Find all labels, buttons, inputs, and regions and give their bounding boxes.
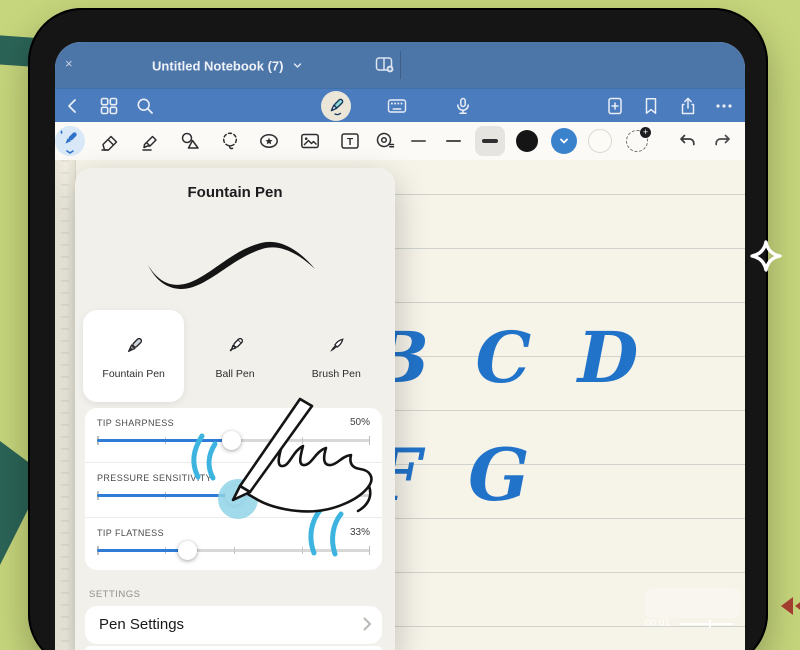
color-swatch-white[interactable] (585, 126, 615, 156)
chevron-right-icon (362, 616, 372, 632)
pen-card-fountain[interactable]: Fountain Pen (83, 310, 184, 402)
chevron-down-icon (558, 135, 570, 147)
plus-badge-icon: + (640, 127, 651, 138)
fountain-pen-icon (121, 333, 147, 359)
popup-title: Fountain Pen (75, 184, 395, 201)
pen-icon (325, 95, 347, 117)
pen-card-brush[interactable]: Brush Pen (286, 310, 387, 402)
page-edge (55, 160, 76, 650)
back-icon[interactable] (63, 96, 83, 116)
pen-card-label: Ball Pen (215, 368, 254, 380)
screenshot-stage: × Untitled Notebook (7) (0, 0, 800, 650)
handwriting-line-2: F G (370, 432, 541, 517)
redo-button[interactable] (708, 126, 738, 156)
stroke-preview (113, 230, 343, 310)
tool-eraser[interactable] (95, 126, 125, 156)
text-tool-glyph: T (347, 137, 353, 148)
slider-thumb[interactable] (178, 541, 197, 560)
tab-bar: × Untitled Notebook (7) (55, 42, 745, 88)
player-time: 00:01 (645, 618, 670, 629)
tool-image[interactable] (295, 126, 325, 156)
chevron-down-icon (292, 60, 303, 71)
undo-button[interactable] (672, 126, 702, 156)
split-view-icon[interactable] (373, 53, 397, 77)
background-ribbon-bottom (0, 441, 30, 565)
player-scrubber[interactable]: 00:01 (645, 618, 733, 629)
pen-settings-row[interactable]: Pen Settings (85, 606, 382, 644)
notebook-tab[interactable]: Untitled Notebook (7) (55, 57, 400, 75)
sparkle-cursor-icon (748, 238, 784, 274)
slider-track[interactable] (97, 439, 370, 442)
active-pen-tool-button[interactable] (321, 91, 351, 121)
slider-value: 33% (350, 527, 370, 538)
tool-highlighter[interactable] (135, 126, 165, 156)
pen-card-label: Brush Pen (312, 368, 361, 380)
search-icon[interactable] (135, 96, 155, 116)
thickness-thick-selected[interactable] (475, 126, 505, 156)
tablet-frame: × Untitled Notebook (7) (28, 8, 768, 650)
slider-tip-sharpness[interactable]: TIP SHARPNESS 50% (85, 408, 382, 462)
color-swatch-black[interactable] (512, 126, 542, 156)
slider-value: 7% (356, 472, 370, 483)
settings-section-header: SETTINGS (89, 589, 141, 600)
player-progress-bar[interactable] (679, 623, 733, 625)
handwriting-line-1: B C D (370, 316, 649, 399)
tab-divider (400, 51, 401, 79)
microphone-icon[interactable] (453, 96, 473, 116)
notebook-title: Untitled Notebook (7) (152, 58, 283, 73)
tool-shapes[interactable] (175, 126, 205, 156)
next-settings-row-partial (85, 646, 382, 650)
tool-pen-selected[interactable] (55, 126, 85, 156)
brush-pen-icon (323, 333, 349, 359)
slider-track[interactable] (97, 494, 370, 497)
tool-tape[interactable] (370, 126, 400, 156)
slider-thumb[interactable] (222, 431, 241, 450)
pen-settings-popup: Fountain Pen Fountain Pen (75, 168, 395, 650)
add-color-button[interactable]: + (622, 126, 652, 156)
player-overlay (645, 588, 741, 618)
slider-tip-flatness[interactable]: TIP FLATNESS 33% (85, 517, 382, 572)
pen-card-label: Fountain Pen (102, 368, 164, 380)
tablet-screen: × Untitled Notebook (7) (55, 42, 745, 650)
slider-thumb[interactable] (225, 486, 244, 505)
thumbnails-grid-icon[interactable] (99, 96, 119, 116)
thickness-medium[interactable] (438, 126, 468, 156)
add-page-icon[interactable] (605, 96, 625, 116)
pen-type-selector: Fountain Pen Ball Pen Brush Pen (83, 310, 387, 402)
more-icon[interactable] (714, 96, 734, 116)
keyboard-icon[interactable] (387, 96, 407, 116)
main-toolbar (55, 88, 745, 123)
sliders-card: TIP SHARPNESS 50% PRESSURE SENSITIVITY 7… (85, 408, 382, 570)
bookmark-icon[interactable] (641, 96, 661, 116)
pen-card-ball[interactable]: Ball Pen (184, 310, 285, 402)
tool-sticker[interactable] (254, 126, 284, 156)
slider-track[interactable] (97, 549, 370, 552)
drawing-toolbar: T + (55, 122, 745, 161)
slider-label: TIP SHARPNESS (97, 418, 174, 428)
tool-text[interactable]: T (335, 126, 365, 156)
slider-label: PRESSURE SENSITIVITY (97, 473, 212, 483)
pen-icon (58, 128, 82, 154)
tool-lasso[interactable] (215, 126, 245, 156)
pen-settings-label: Pen Settings (99, 616, 184, 633)
color-swatch-blue-selected[interactable] (549, 126, 579, 156)
slider-label: TIP FLATNESS (97, 528, 164, 538)
rewind-icon[interactable] (779, 595, 800, 617)
ball-pen-icon (222, 333, 248, 359)
thickness-thin[interactable] (403, 126, 433, 156)
share-icon[interactable] (678, 96, 698, 116)
slider-pressure-sensitivity[interactable]: PRESSURE SENSITIVITY 7% (85, 462, 382, 517)
slider-value: 50% (350, 417, 370, 428)
